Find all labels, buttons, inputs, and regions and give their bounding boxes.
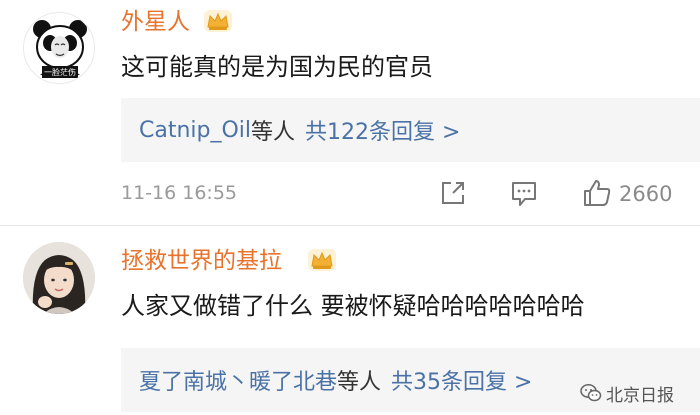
- crown-icon: [308, 249, 336, 271]
- avatar[interactable]: [23, 242, 95, 314]
- watermark: 北京日报: [580, 380, 674, 406]
- wechat-icon: [580, 384, 602, 402]
- reply-count-link[interactable]: 共122条回复 >: [305, 114, 460, 146]
- comment-text: 这可能真的是为国为民的官员: [121, 53, 433, 81]
- thumbs-up-icon[interactable]: [582, 178, 612, 208]
- avatar-caption: 一脸茫伤: [44, 67, 76, 77]
- like-count: 2660: [619, 182, 673, 206]
- reply-suffix: 等人: [251, 120, 296, 145]
- avatar[interactable]: 一脸茫伤: [23, 12, 95, 84]
- timestamp: 11-16 16:55: [121, 182, 238, 204]
- comment-item: 一脸茫伤 外星人 这可能真的是为国为民的官员 Catnip_Oil 等人 共122条…: [0, 0, 700, 226]
- crown-icon: [204, 10, 232, 32]
- share-icon[interactable]: [440, 180, 466, 206]
- comment-text: 人家又做错了什么 要被怀疑哈哈哈哈哈哈哈: [121, 292, 585, 320]
- reply-count-link[interactable]: 共35条回复 >: [391, 364, 532, 396]
- user-photo-avatar-icon: [23, 242, 95, 314]
- comment-icon[interactable]: [510, 180, 538, 208]
- reply-summary-button[interactable]: Catnip_Oil 等人 共122条回复 >: [121, 98, 700, 162]
- reply-names[interactable]: 夏了南城丶暖了北巷: [139, 364, 337, 396]
- comment-actions: 11-16 16:55 2660: [0, 174, 700, 214]
- reply-suffix: 等人: [337, 370, 382, 395]
- username[interactable]: 外星人: [121, 11, 190, 34]
- reply-names[interactable]: Catnip_Oil: [139, 118, 251, 143]
- watermark-text: 北京日报: [606, 385, 674, 406]
- username[interactable]: 拯救世界的基拉: [121, 250, 282, 273]
- panda-meme-avatar-icon: 一脸茫伤: [33, 20, 87, 78]
